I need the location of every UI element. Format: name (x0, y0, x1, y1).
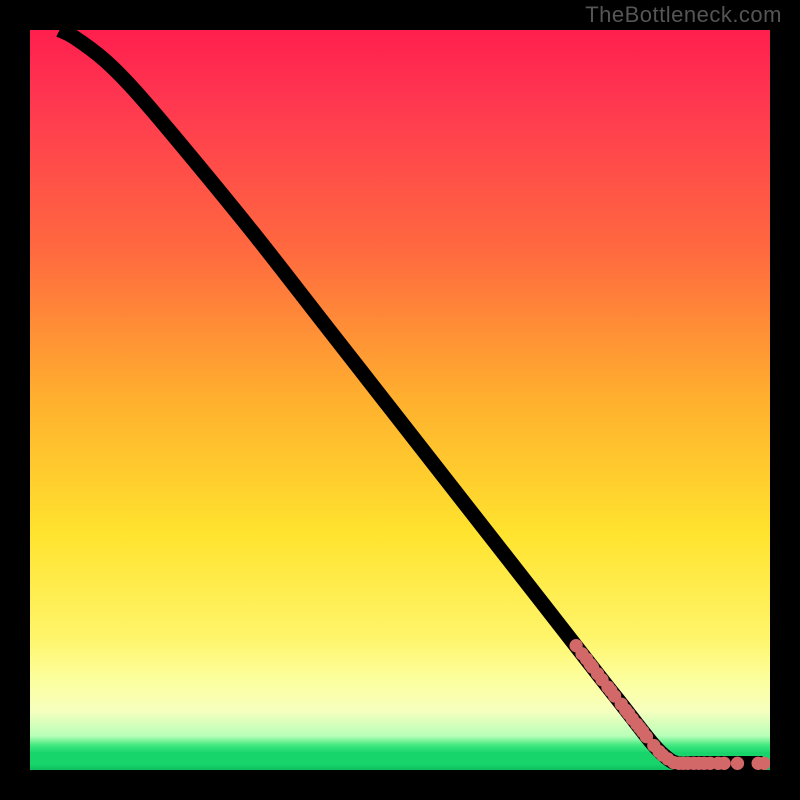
watermark-text: TheBottleneck.com (585, 2, 782, 28)
plot-area (30, 30, 770, 770)
data-points (569, 639, 770, 770)
data-point (731, 757, 744, 770)
data-point (717, 757, 730, 770)
bottleneck-curve (60, 30, 763, 764)
chart-svg (30, 30, 770, 770)
chart-frame: TheBottleneck.com (0, 0, 800, 800)
